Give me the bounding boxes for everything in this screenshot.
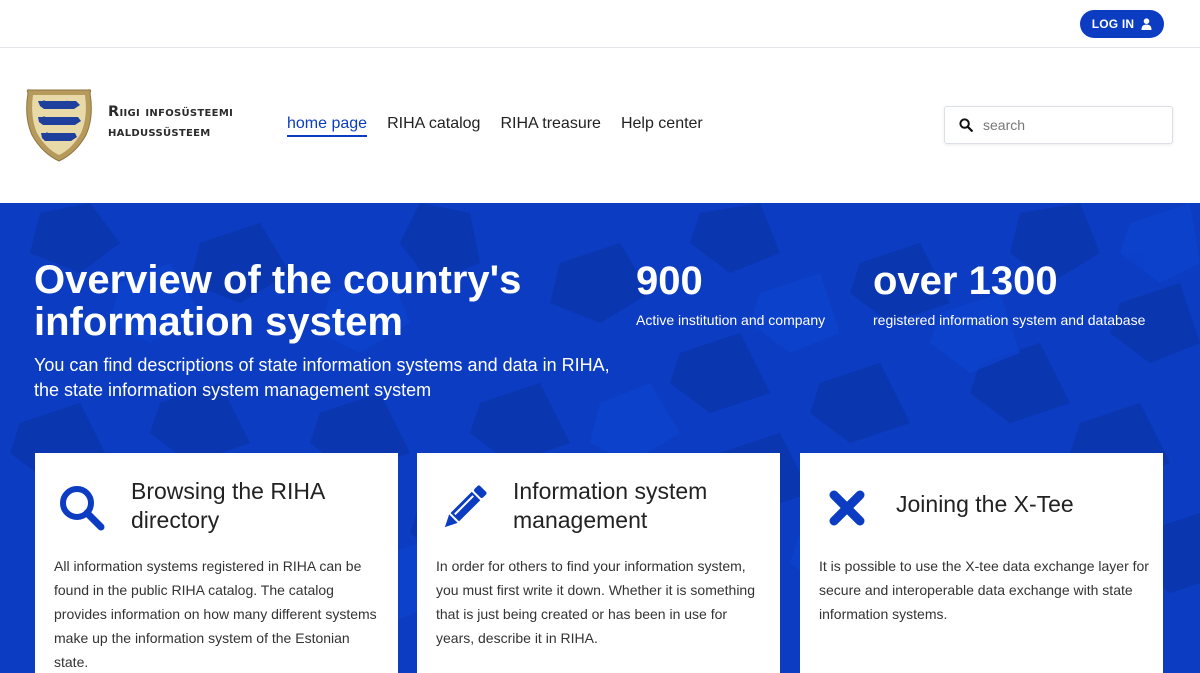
user-icon (1141, 18, 1152, 30)
hero-subtitle: You can find descriptions of state infor… (34, 355, 610, 400)
card-text: All information systems registered in RI… (54, 558, 377, 670)
site-header: Riigi infosüsteemi haldussüsteem home pa… (0, 49, 1200, 203)
card-system-management[interactable]: Information system management In order f… (417, 453, 780, 673)
card-text: It is possible to use the X-tee data exc… (819, 558, 1149, 622)
nav-riha-catalog[interactable]: RIHA catalog (387, 115, 480, 137)
search-input[interactable] (983, 117, 1163, 133)
login-label: LOG IN (1091, 17, 1135, 31)
card-title: Joining the X-Tee (896, 491, 1074, 517)
pencil-icon (444, 485, 487, 528)
card-text: In order for others to find your informa… (436, 558, 755, 646)
estonian-coat-of-arms-logo[interactable] (24, 87, 94, 163)
card-browse-directory[interactable]: Browsing the RIHA directory All informat… (35, 453, 398, 673)
logo-line-2: haldussüsteem (108, 124, 211, 140)
hero-title: Overview of the country's information sy… (34, 258, 522, 344)
search-icon (959, 118, 973, 132)
main-nav: home page RIHA catalog RIHA treasure Hel… (287, 115, 723, 137)
stat-institutions-value: 900 (636, 259, 703, 303)
search-box[interactable] (944, 106, 1173, 144)
login-button[interactable]: LOG IN (1080, 10, 1164, 38)
logo-wordmark[interactable]: Riigi infosüsteemi haldussüsteem (108, 102, 233, 142)
nav-home-page[interactable]: home page (287, 115, 368, 137)
x-icon (829, 490, 865, 526)
nav-riha-treasure[interactable]: RIHA treasure (500, 115, 600, 137)
logo-line-1: Riigi infosüsteemi (108, 104, 234, 120)
card-title: Information system management (513, 478, 708, 533)
stat-systems-value: over 1300 (873, 259, 1058, 303)
stat-systems-label: registered information system and databa… (873, 312, 1146, 328)
search-icon (60, 486, 105, 531)
stat-institutions-label: Active institution and company (636, 312, 826, 328)
card-title: Browsing the RIHA directory (131, 478, 325, 533)
card-joining-x-tee[interactable]: Joining the X-Tee It is possible to use … (800, 453, 1163, 673)
top-bar: LOG IN (0, 0, 1200, 48)
nav-help-center[interactable]: Help center (621, 115, 703, 137)
hero-section: Overview of the country's information sy… (0, 203, 1200, 673)
